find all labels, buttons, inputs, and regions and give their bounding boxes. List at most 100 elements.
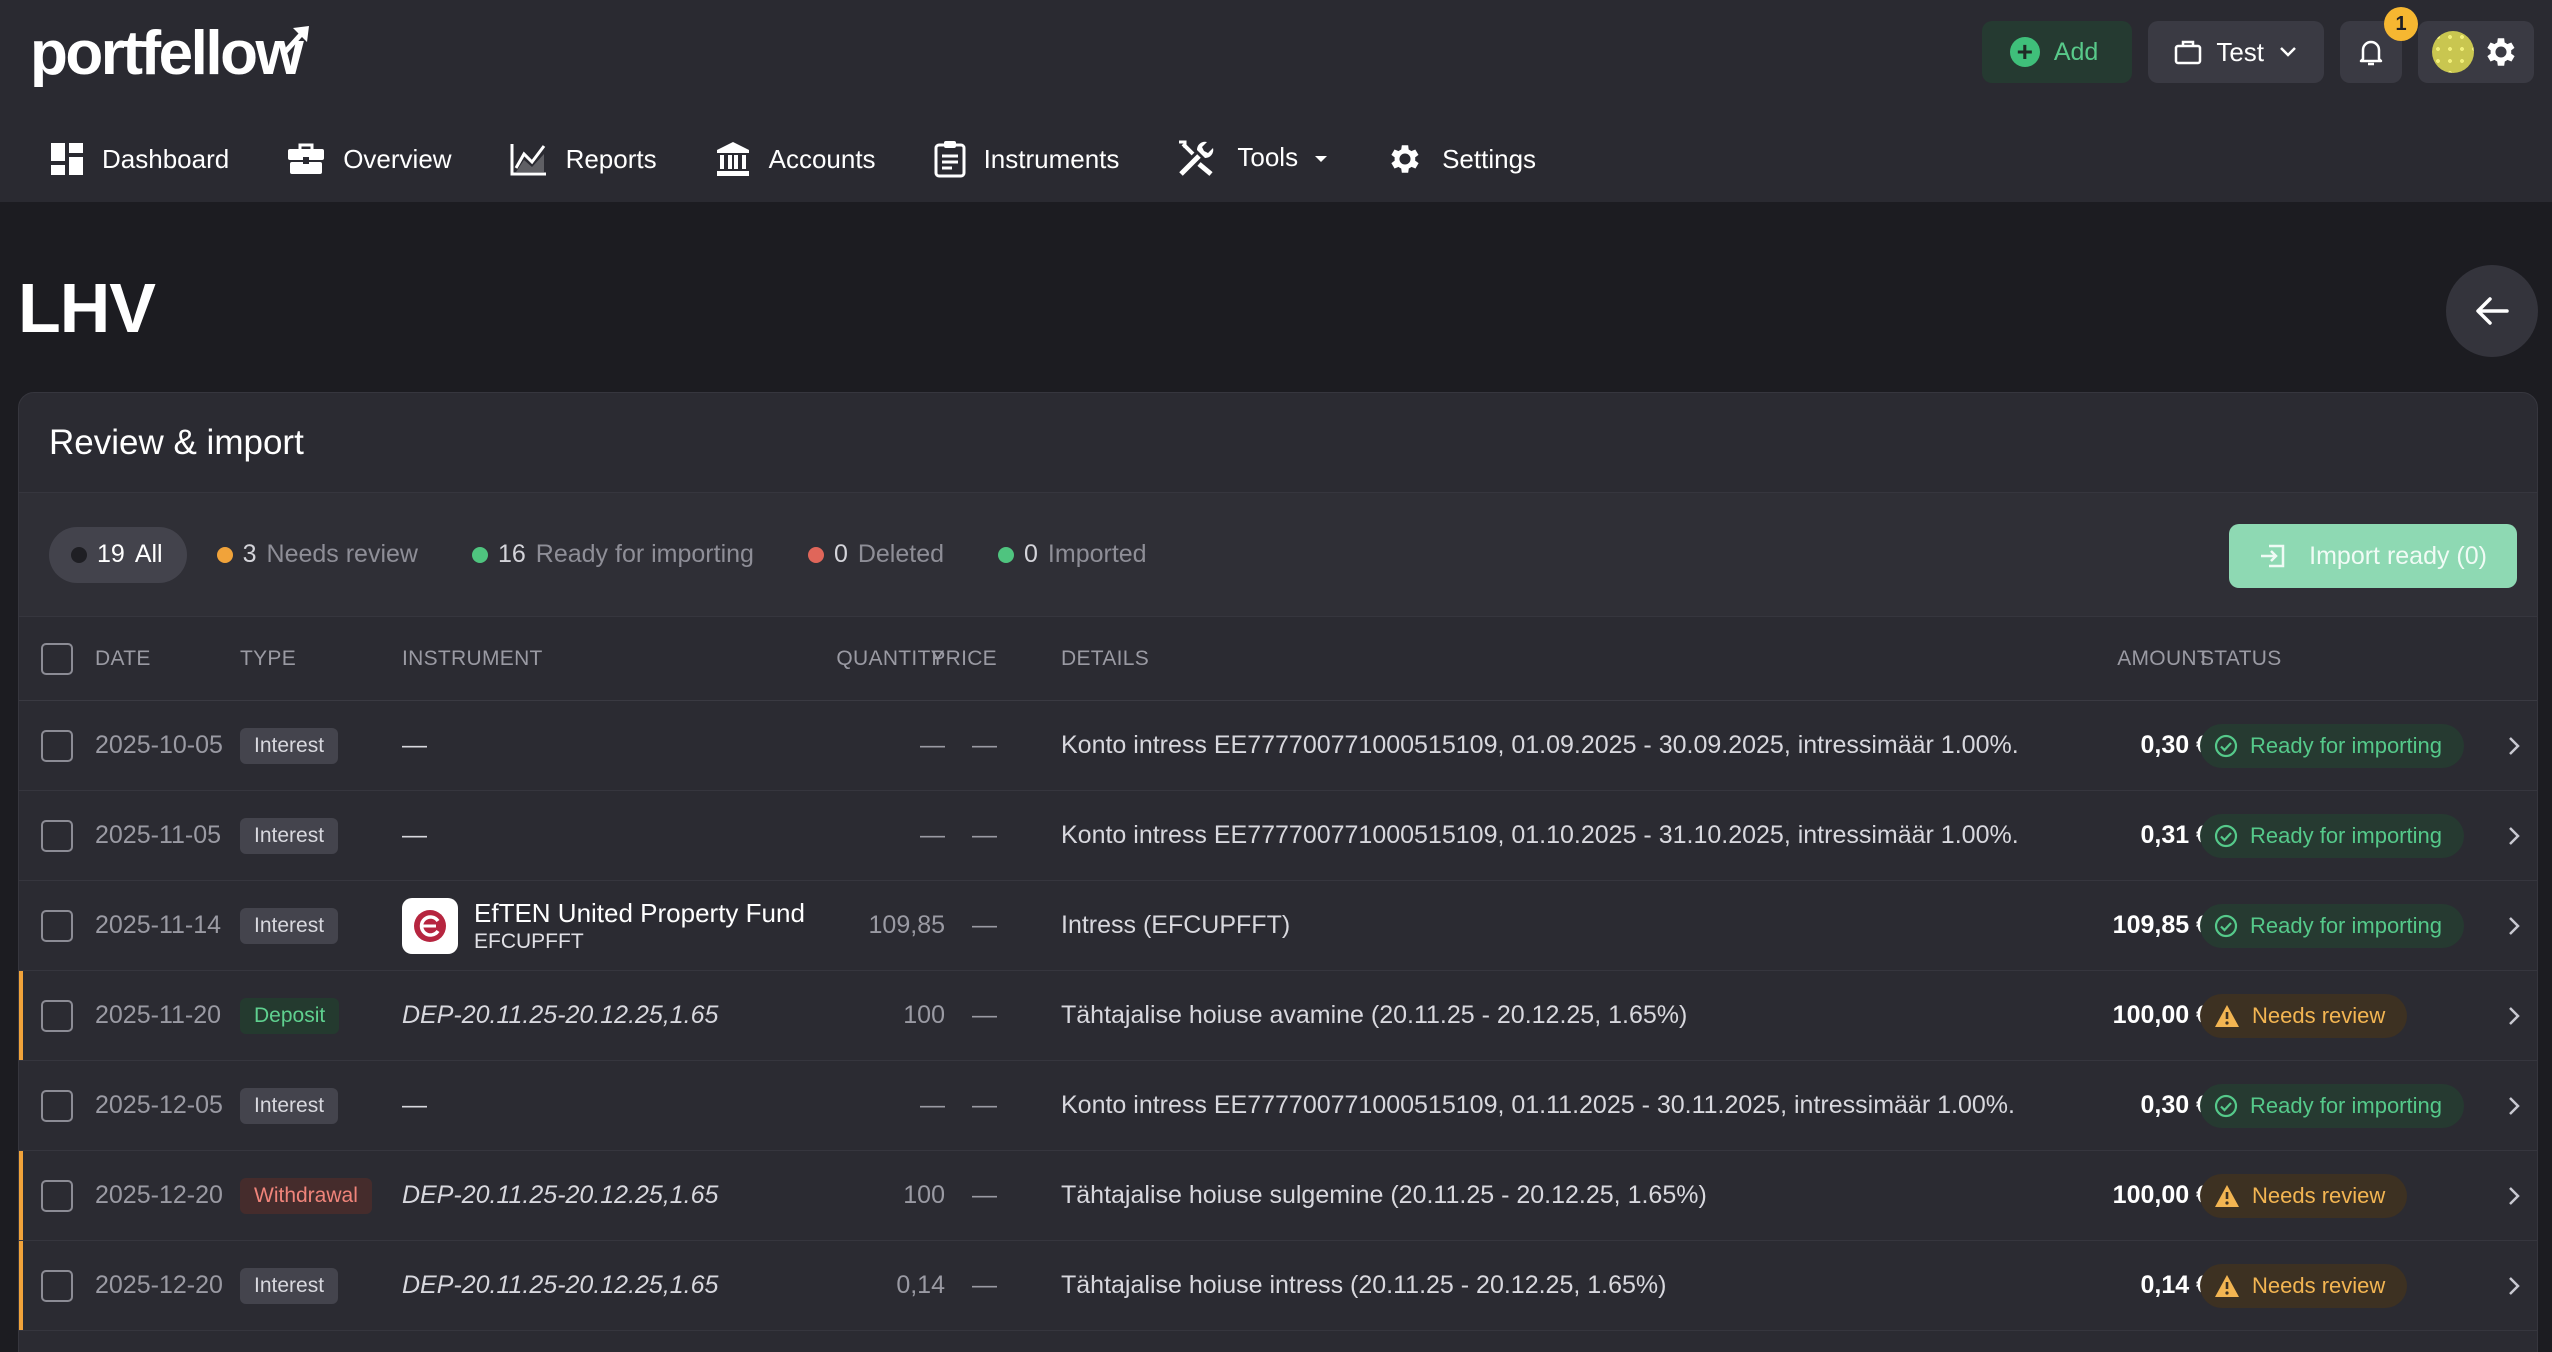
row-instrument: — [402, 821, 427, 849]
row-checkbox-cell [41, 1151, 73, 1240]
row-checkbox[interactable] [41, 729, 73, 762]
nav-item-settings[interactable]: Settings [1386, 140, 1536, 178]
filter-imported[interactable]: 0 Imported [976, 527, 1171, 583]
row-expand-chevron[interactable] [2507, 1241, 2521, 1330]
fund-logo-icon [402, 897, 458, 954]
row-checkbox[interactable] [41, 819, 73, 852]
row-status: Needs review [2200, 971, 2408, 1060]
row-checkbox[interactable] [41, 1269, 73, 1302]
row-checkbox[interactable] [41, 999, 73, 1032]
filter-label: Deleted [857, 540, 945, 568]
back-button[interactable] [2446, 265, 2538, 357]
filter-needs-review[interactable]: 3 Needs review [195, 527, 442, 583]
filter-deleted[interactable]: 0 Deleted [786, 527, 968, 583]
logo-arrow-icon [283, 26, 310, 54]
add-label: Add [2053, 37, 2099, 66]
row-status: Ready for importing [2200, 1061, 2464, 1150]
col-amount[interactable]: AMOUNT [2117, 617, 2210, 701]
nav-item-reports[interactable]: Reports [510, 142, 657, 176]
portfolio-selector[interactable]: Test [2148, 21, 2324, 83]
row-price: — [972, 1271, 997, 1299]
status-label: Ready for importing [2250, 1092, 2442, 1118]
arrow-left-icon [2476, 297, 2509, 325]
caret-down-icon [1315, 156, 1328, 162]
page-title: LHV [18, 269, 156, 347]
row-checkbox[interactable] [41, 1089, 73, 1122]
col-instrument[interactable]: INSTRUMENT [402, 617, 543, 701]
table-row[interactable]: 2025-12-05 Interest — — — Konto intress … [19, 1061, 2537, 1151]
row-checkbox[interactable] [41, 1179, 73, 1212]
row-instrument: DEP-20.11.25-20.12.25,1.65 [402, 1001, 719, 1029]
select-all-checkbox[interactable] [41, 643, 73, 675]
row-expand-chevron[interactable] [2507, 701, 2521, 790]
filter-label: Needs review [266, 540, 418, 568]
table-row[interactable]: 2025-10-05 Interest — — — Konto intress … [19, 701, 2537, 791]
row-quantity: — [920, 821, 945, 849]
add-button[interactable]: + Add [1981, 21, 2133, 83]
table-row[interactable]: 2025-12-20 Withdrawal DEP-20.11.25-20.12… [19, 1151, 2537, 1241]
col-date[interactable]: DATE [95, 617, 151, 701]
gear-icon [2487, 38, 2515, 66]
portfolio-label: Test [2216, 36, 2264, 67]
type-badge: Interest [240, 1087, 339, 1124]
nav-label: Settings [1442, 143, 1537, 174]
col-price[interactable]: PRICE [931, 617, 997, 701]
row-quantity: 0,14 [896, 1271, 945, 1299]
app-logo[interactable]: portfellow [30, 18, 310, 90]
row-quantity: — [920, 731, 945, 759]
row-price: — [972, 1181, 997, 1209]
col-quantity[interactable]: QUANTITY [836, 617, 945, 701]
row-expand-chevron[interactable] [2507, 1151, 2521, 1240]
chevron-right-icon [2509, 826, 2520, 845]
row-type: Withdrawal [240, 1151, 372, 1240]
row-type: Interest [240, 881, 339, 970]
nav-item-accounts[interactable]: Accounts [715, 141, 876, 177]
col-type[interactable]: TYPE [240, 617, 296, 701]
chart-line-icon [510, 144, 546, 176]
row-status: Ready for importing [2200, 791, 2464, 880]
warning-icon [2215, 1274, 2239, 1297]
type-badge: Interest [240, 817, 339, 854]
row-instrument[interactable]: EfTEN United Property Fund EFCUPFFT [402, 881, 805, 970]
user-menu-button[interactable] [2418, 21, 2534, 83]
col-details[interactable]: DETAILS [1061, 617, 1149, 701]
filter-count: 3 [242, 540, 257, 568]
col-status[interactable]: STATUS [2200, 617, 2282, 701]
gear-icon [1391, 145, 1419, 173]
row-details: Tähtajalise hoiuse avamine (20.11.25 - 2… [1061, 1001, 1688, 1029]
import-ready-button[interactable]: Import ready (0) [2229, 524, 2517, 588]
filter-ready[interactable]: 16 Ready for importing [450, 527, 778, 583]
row-checkbox-cell [41, 791, 73, 880]
row-expand-chevron[interactable] [2507, 1061, 2521, 1150]
row-expand-chevron[interactable] [2507, 791, 2521, 880]
row-date: 2025-11-14 [95, 911, 222, 939]
logo-text: portfellow [30, 19, 304, 88]
row-expand-chevron[interactable] [2507, 971, 2521, 1060]
row-amount: 109,85 € [2112, 911, 2210, 939]
row-expand-chevron[interactable] [2507, 881, 2521, 970]
status-dot [998, 546, 1015, 563]
warning-icon [2215, 1184, 2239, 1207]
nav-item-tools[interactable]: Tools [1177, 140, 1328, 178]
table-row[interactable]: 2025-11-14 Interest EfTEN United Propert… [19, 881, 2537, 971]
table-row[interactable]: 2025-11-20 Deposit DEP-20.11.25-20.12.25… [19, 971, 2537, 1061]
filter-all[interactable]: 19 All [49, 526, 187, 583]
row-checkbox-cell [41, 1241, 73, 1330]
filter-count: 0 [1024, 540, 1038, 568]
filter-count: 19 [97, 540, 125, 568]
main-nav: Dashboard Overview Reports Accounts Inst… [50, 134, 1594, 184]
nav-item-overview[interactable]: Overview [287, 143, 452, 175]
status-badge: Needs review [2200, 1173, 2408, 1218]
chevron-right-icon [2509, 1006, 2520, 1025]
type-badge: Withdrawal [240, 1177, 372, 1214]
nav-item-dashboard[interactable]: Dashboard [50, 142, 229, 176]
status-label: Needs review [2252, 1002, 2386, 1028]
table-row[interactable]: 2025-11-05 Interest — — — Konto intress … [19, 791, 2537, 881]
row-details: Konto intress EE777700771000515109, 01.1… [1061, 821, 2019, 849]
row-status: Needs review [2200, 1241, 2408, 1330]
table-row[interactable]: 2025-12-20 Interest DEP-20.11.25-20.12.2… [19, 1241, 2537, 1331]
notifications-button[interactable]: 1 [2340, 7, 2418, 83]
nav-item-instruments[interactable]: Instruments [934, 140, 1119, 178]
row-checkbox[interactable] [41, 909, 73, 942]
row-date: 2025-12-20 [95, 1271, 223, 1299]
